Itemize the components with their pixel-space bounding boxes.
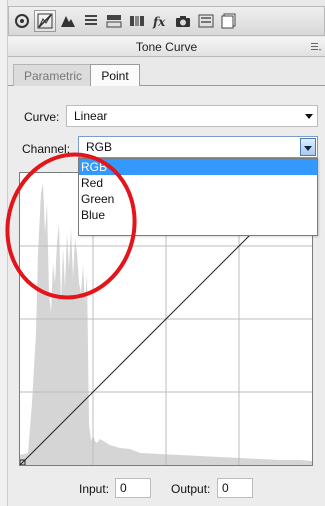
channel-label: Channel:: [22, 142, 71, 156]
fx-icon[interactable]: fx: [149, 10, 171, 32]
tone-curve-tabs: Parametric Point: [8, 64, 325, 87]
curve-label: Curve:: [24, 110, 60, 124]
output-field[interactable]: 0: [217, 478, 253, 498]
channel-option-rgb[interactable]: RGB: [79, 159, 317, 175]
input-field[interactable]: 0: [115, 478, 151, 498]
chevron-down-icon: [305, 114, 313, 119]
panel-titlebar: Tone Curve: [8, 37, 325, 57]
camera-shutter-icon[interactable]: [11, 10, 33, 32]
split-rect-icon[interactable]: [103, 10, 125, 32]
channel-select[interactable]: RGB: [78, 136, 318, 158]
tab-parametric[interactable]: Parametric: [13, 64, 93, 86]
left-panel-edge: [0, 0, 8, 506]
input-output-row: Input: 0 Output: 0: [8, 478, 325, 500]
channel-option-green[interactable]: Green: [79, 191, 317, 207]
histogram-icon[interactable]: [34, 10, 56, 32]
snapshot-icon[interactable]: [218, 10, 240, 32]
list-lines-icon[interactable]: [80, 10, 102, 32]
mountains-icon[interactable]: [57, 10, 79, 32]
svg-text:fx: fx: [152, 15, 166, 29]
curve-value: Linear: [74, 109, 108, 123]
output-label: Output:: [171, 482, 211, 496]
panel-title: Tone Curve: [135, 40, 198, 54]
tab-point[interactable]: Point: [90, 64, 140, 87]
channel-value: RGB: [86, 140, 113, 154]
channel-option-blue[interactable]: Blue: [79, 207, 317, 223]
panel-menu-icon[interactable]: [311, 42, 321, 51]
camera-icon[interactable]: [172, 10, 194, 32]
channel-option-red[interactable]: Red: [79, 175, 317, 191]
channel-dropdown-list: RGB Red Green Blue: [78, 158, 318, 236]
input-label: Input:: [79, 482, 110, 496]
point-curve-content: Curve: Linear Channel: RGB RGB Red Green…: [8, 86, 325, 506]
panel-toolbar: fx: [8, 6, 325, 36]
chevron-down-icon: [304, 146, 312, 151]
channel-dropdown-button[interactable]: [300, 138, 316, 156]
curve-select[interactable]: Linear: [66, 105, 318, 127]
tone-curve-panel: fx Tone Curve Parametric Point Curve: Li…: [8, 0, 325, 506]
presets-icon[interactable]: [195, 10, 217, 32]
bars-icon[interactable]: [126, 10, 148, 32]
